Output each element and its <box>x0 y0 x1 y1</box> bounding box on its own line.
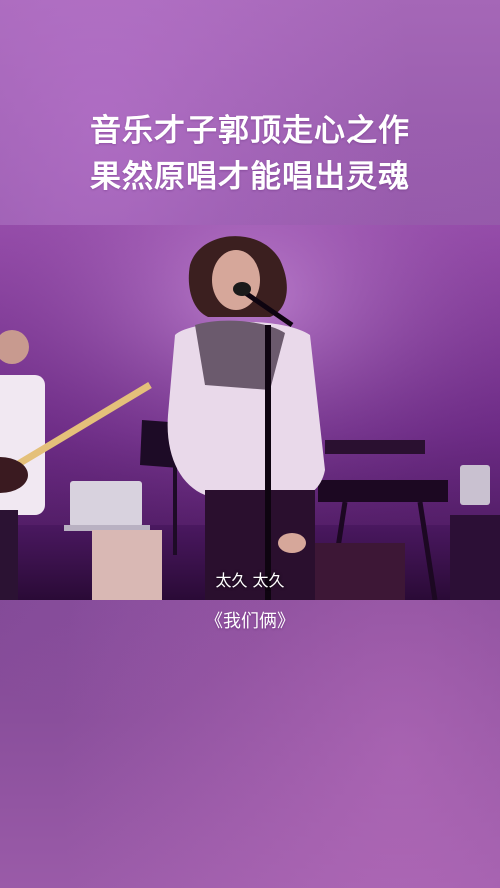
song-title: 《我们俩》 <box>205 611 295 632</box>
video-subtitle: 太久 太久 <box>215 571 285 590</box>
concert-video-frame <box>0 225 500 600</box>
headline-line-1: 音乐才子郭顶走心之作 <box>90 113 410 149</box>
headline-line-2: 果然原唱才能唱出灵魂 <box>90 159 410 195</box>
laptop-left <box>64 481 150 531</box>
headline-caption: 音乐才子郭顶走心之作 果然原唱才能唱出灵魂 <box>0 108 500 200</box>
video-player[interactable]: 太久 太久 <box>0 225 500 600</box>
